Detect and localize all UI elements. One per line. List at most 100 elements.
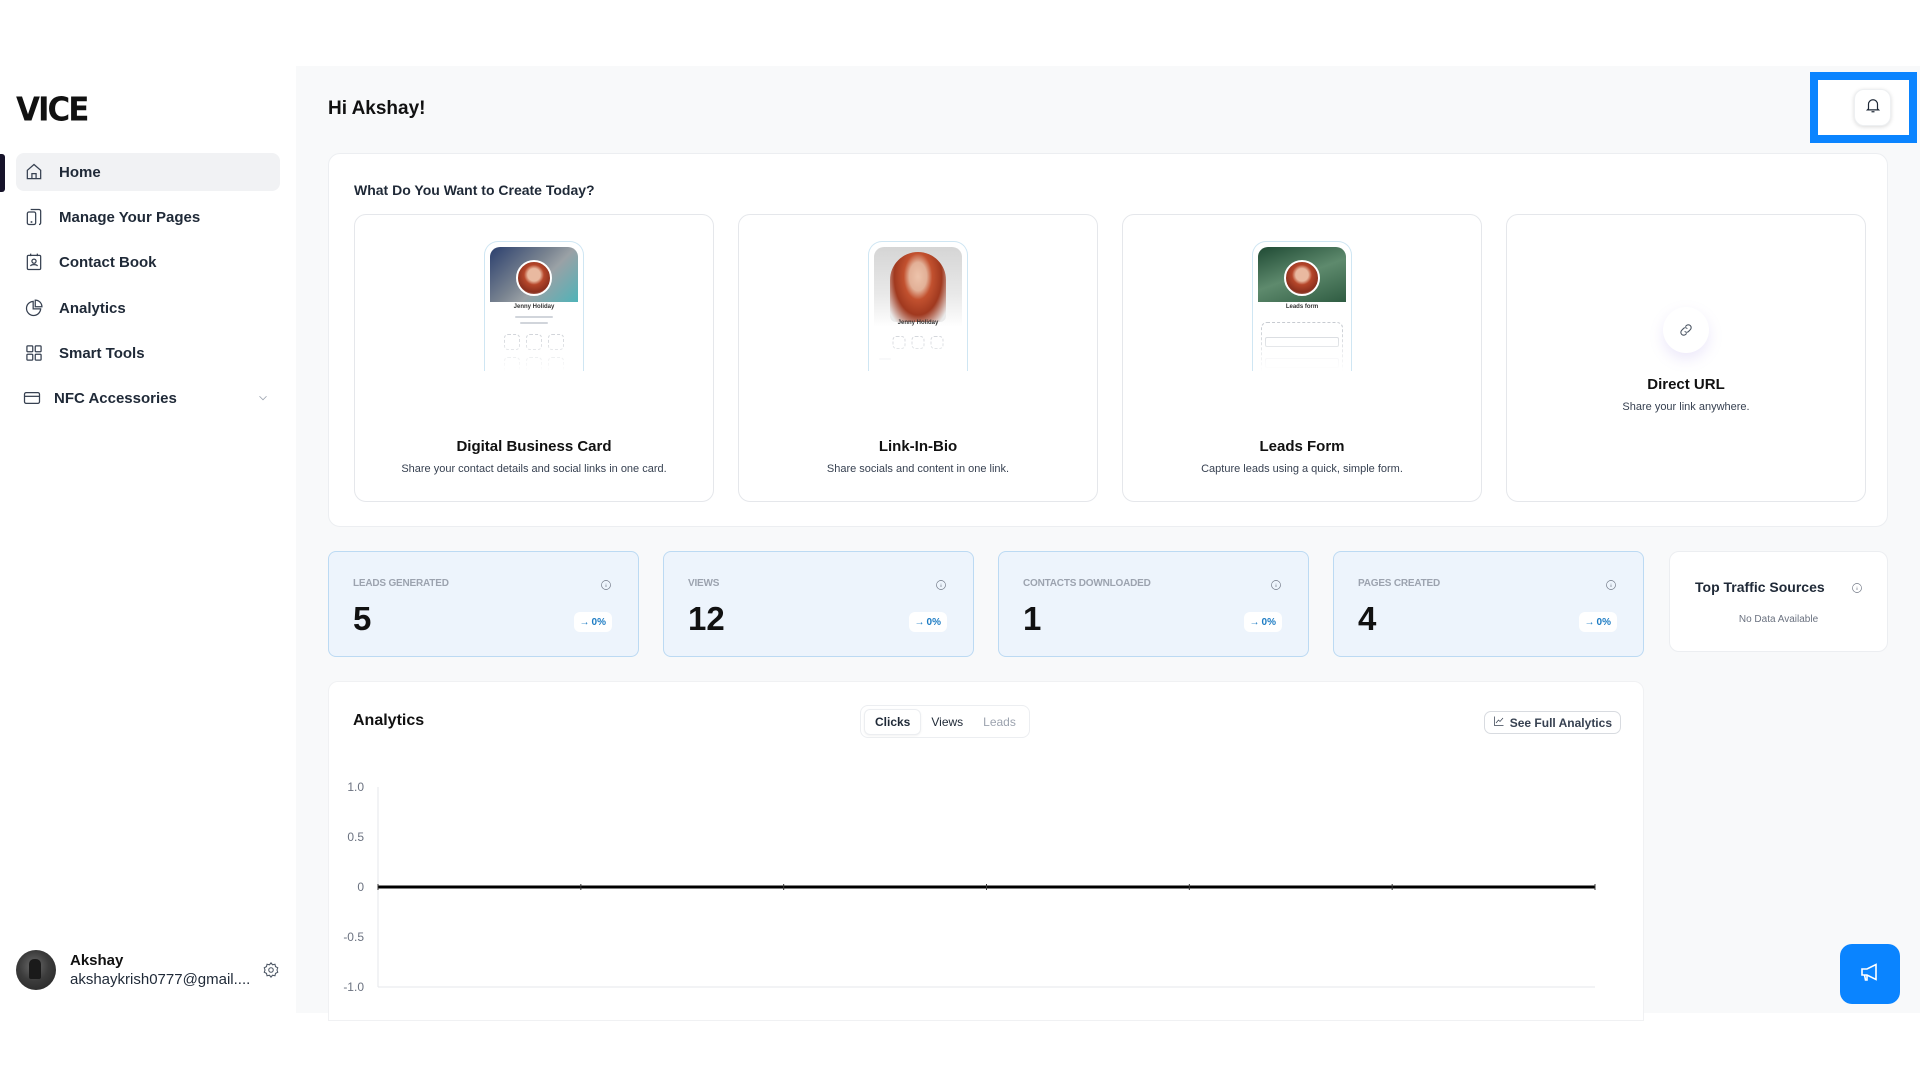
stat-value: 12	[688, 600, 725, 637]
announcements-button[interactable]	[1840, 944, 1900, 1004]
analytics-panel: Analytics Clicks Views Leads See Full An…	[328, 681, 1644, 1021]
sidebar-item-label: Home	[59, 163, 101, 181]
home-icon	[24, 162, 44, 182]
stat-label: PAGES CREATED	[1358, 578, 1441, 589]
sidebar-item-contact-book[interactable]: Contact Book	[16, 243, 280, 281]
sidebar-item-analytics[interactable]: Analytics	[16, 289, 280, 327]
create-card-leads-form[interactable]: Leads form Leads Form Capture leads usin…	[1122, 214, 1482, 502]
sidebar-item-manage-pages[interactable]: Manage Your Pages	[16, 198, 280, 236]
stat-value: 5	[353, 600, 372, 637]
card-title: Link-In-Bio	[878, 438, 958, 455]
traffic-empty-state: No Data Available	[1738, 614, 1819, 625]
arrow-right-icon: →	[579, 616, 590, 628]
arrow-right-icon: →	[1584, 616, 1595, 628]
card-title: Leads Form	[1259, 438, 1345, 455]
user-info: Akshay akshaykrish0777@gmail....	[70, 951, 256, 990]
tab-leads[interactable]: Leads	[973, 709, 1026, 735]
y-tick-label: 0	[357, 880, 364, 894]
bell-icon	[1864, 96, 1882, 119]
sidebar-item-label: Manage Your Pages	[59, 208, 201, 226]
line-chart-icon	[1493, 715, 1505, 730]
top-traffic-sources: Top Traffic Sources No Data Available	[1669, 551, 1888, 652]
page-title: Hi Akshay!	[328, 98, 426, 119]
digital-business-card-preview: Jenny Holiday	[484, 241, 584, 371]
user-profile[interactable]: Akshay akshaykrish0777@gmail....	[16, 950, 280, 990]
create-card-digital-business-card[interactable]: Jenny Holiday Digital Business Card Shar…	[354, 214, 714, 502]
y-tick-label: -0.5	[343, 930, 364, 944]
preview-avatar	[516, 260, 552, 296]
card-description: Share your contact details and social li…	[401, 463, 667, 475]
arrow-right-icon: →	[914, 616, 925, 628]
sidebar-item-label: Analytics	[59, 299, 126, 317]
sidebar-item-label: Contact Book	[59, 253, 157, 271]
y-tick-label: -1.0	[343, 980, 364, 994]
sidebar-item-nfc-accessories[interactable]: NFC Accessories	[16, 379, 280, 417]
info-icon[interactable]	[1270, 578, 1282, 590]
change-badge: → 0%	[573, 612, 612, 632]
sidebar-item-label: Smart Tools	[59, 344, 145, 362]
preview-avatar	[1284, 260, 1320, 296]
app: VICE Home Manage Your Pages Contact Book…	[0, 66, 1920, 1021]
info-icon[interactable]	[600, 578, 612, 590]
sidebar-item-home[interactable]: Home	[16, 153, 280, 191]
create-card-link-in-bio[interactable]: Jenny Holiday Link-In-Bio Share socials …	[738, 214, 1098, 502]
info-icon[interactable]	[1605, 578, 1617, 590]
chevron-down-icon[interactable]	[256, 391, 270, 405]
traffic-title: Top Traffic Sources	[1695, 579, 1825, 595]
contact-book-icon	[24, 252, 44, 272]
analytics-tabs: Clicks Views Leads	[860, 705, 1030, 738]
change-badge: → 0%	[1243, 612, 1282, 632]
card-title: Digital Business Card	[456, 438, 612, 455]
create-panel: What Do You Want to Create Today? Jenny …	[328, 153, 1888, 527]
active-indicator	[0, 154, 5, 192]
stat-label: VIEWS	[688, 578, 720, 589]
create-card-direct-url[interactable]: Direct URL Share your link anywhere.	[1506, 214, 1866, 502]
y-tick-label: 1.0	[347, 780, 364, 794]
stat-value: 4	[1358, 600, 1377, 637]
main-content: Hi Akshay! What Do You Want to Create To…	[296, 66, 1920, 1021]
arrow-right-icon: →	[1249, 616, 1260, 628]
card-description: Share your link anywhere.	[1622, 401, 1750, 413]
change-badge: → 0%	[1578, 612, 1617, 632]
link-icon	[1663, 307, 1709, 353]
pie-chart-icon	[24, 298, 44, 318]
avatar	[16, 950, 56, 990]
stat-label: CONTACTS DOWNLOADED	[1023, 578, 1151, 589]
analytics-title: Analytics	[353, 712, 425, 729]
gear-icon[interactable]	[262, 961, 280, 979]
see-full-analytics-button[interactable]: See Full Analytics	[1483, 711, 1621, 734]
info-icon[interactable]	[935, 578, 947, 590]
pages-icon	[24, 207, 44, 227]
card-icon	[22, 388, 42, 408]
tab-clicks[interactable]: Clicks	[864, 708, 922, 735]
info-icon[interactable]	[1851, 581, 1863, 593]
megaphone-icon	[1858, 960, 1882, 989]
tab-views[interactable]: Views	[921, 709, 973, 735]
logo[interactable]: VICE	[16, 91, 89, 129]
sidebar-item-smart-tools[interactable]: Smart Tools	[16, 334, 280, 372]
analytics-chart: 1.0 0.5 0 -0.5 -1.0	[343, 780, 1596, 994]
stats-row: LEADS GENERATED 5 → 0% VIEWS 12 → 0% CONTA…	[328, 551, 1644, 657]
leads-form-preview: Leads form	[1252, 241, 1352, 371]
change-badge: → 0%	[908, 612, 947, 632]
y-tick-label: 0.5	[347, 830, 364, 844]
link-in-bio-preview: Jenny Holiday	[868, 241, 968, 371]
user-email: akshaykrish0777@gmail....	[70, 970, 251, 988]
stat-card-contacts-downloaded: CONTACTS DOWNLOADED 1 → 0%	[998, 551, 1309, 657]
stat-card-leads-generated: LEADS GENERATED 5 → 0%	[328, 551, 639, 657]
user-name: Akshay	[70, 951, 124, 969]
card-title: Direct URL	[1647, 376, 1725, 393]
stat-card-pages-created: PAGES CREATED 4 → 0%	[1333, 551, 1644, 657]
card-description: Capture leads using a quick, simple form…	[1201, 463, 1403, 475]
stat-value: 1	[1023, 600, 1042, 637]
notifications-button[interactable]	[1854, 89, 1891, 126]
preview-avatar	[890, 252, 946, 322]
grid-icon	[24, 343, 44, 363]
notification-highlight	[1810, 72, 1917, 143]
sidebar: VICE Home Manage Your Pages Contact Book…	[0, 66, 296, 1013]
stat-label: LEADS GENERATED	[353, 578, 449, 589]
card-description: Share socials and content in one link.	[826, 463, 1010, 475]
create-title: What Do You Want to Create Today?	[354, 182, 595, 198]
create-cards: Jenny Holiday Digital Business Card Shar…	[354, 214, 1866, 502]
sidebar-nav: Home Manage Your Pages Contact Book Anal…	[16, 153, 280, 424]
